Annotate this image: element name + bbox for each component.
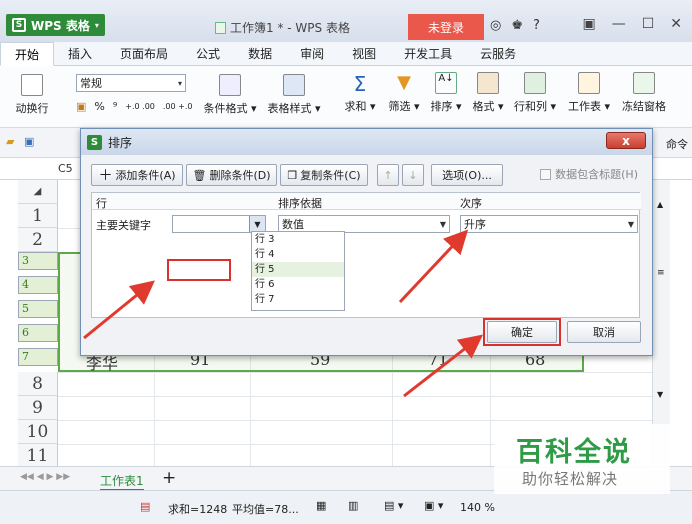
watermark-title: 百科全说 <box>516 437 632 468</box>
watermark: 百科全说 助你轻松解决 <box>494 424 670 494</box>
arrow-to-ok <box>403 334 484 398</box>
arrow-to-row-5 <box>83 280 155 340</box>
arrow-to-order <box>398 229 469 304</box>
watermark-subtitle: 助你轻松解决 <box>522 470 619 488</box>
